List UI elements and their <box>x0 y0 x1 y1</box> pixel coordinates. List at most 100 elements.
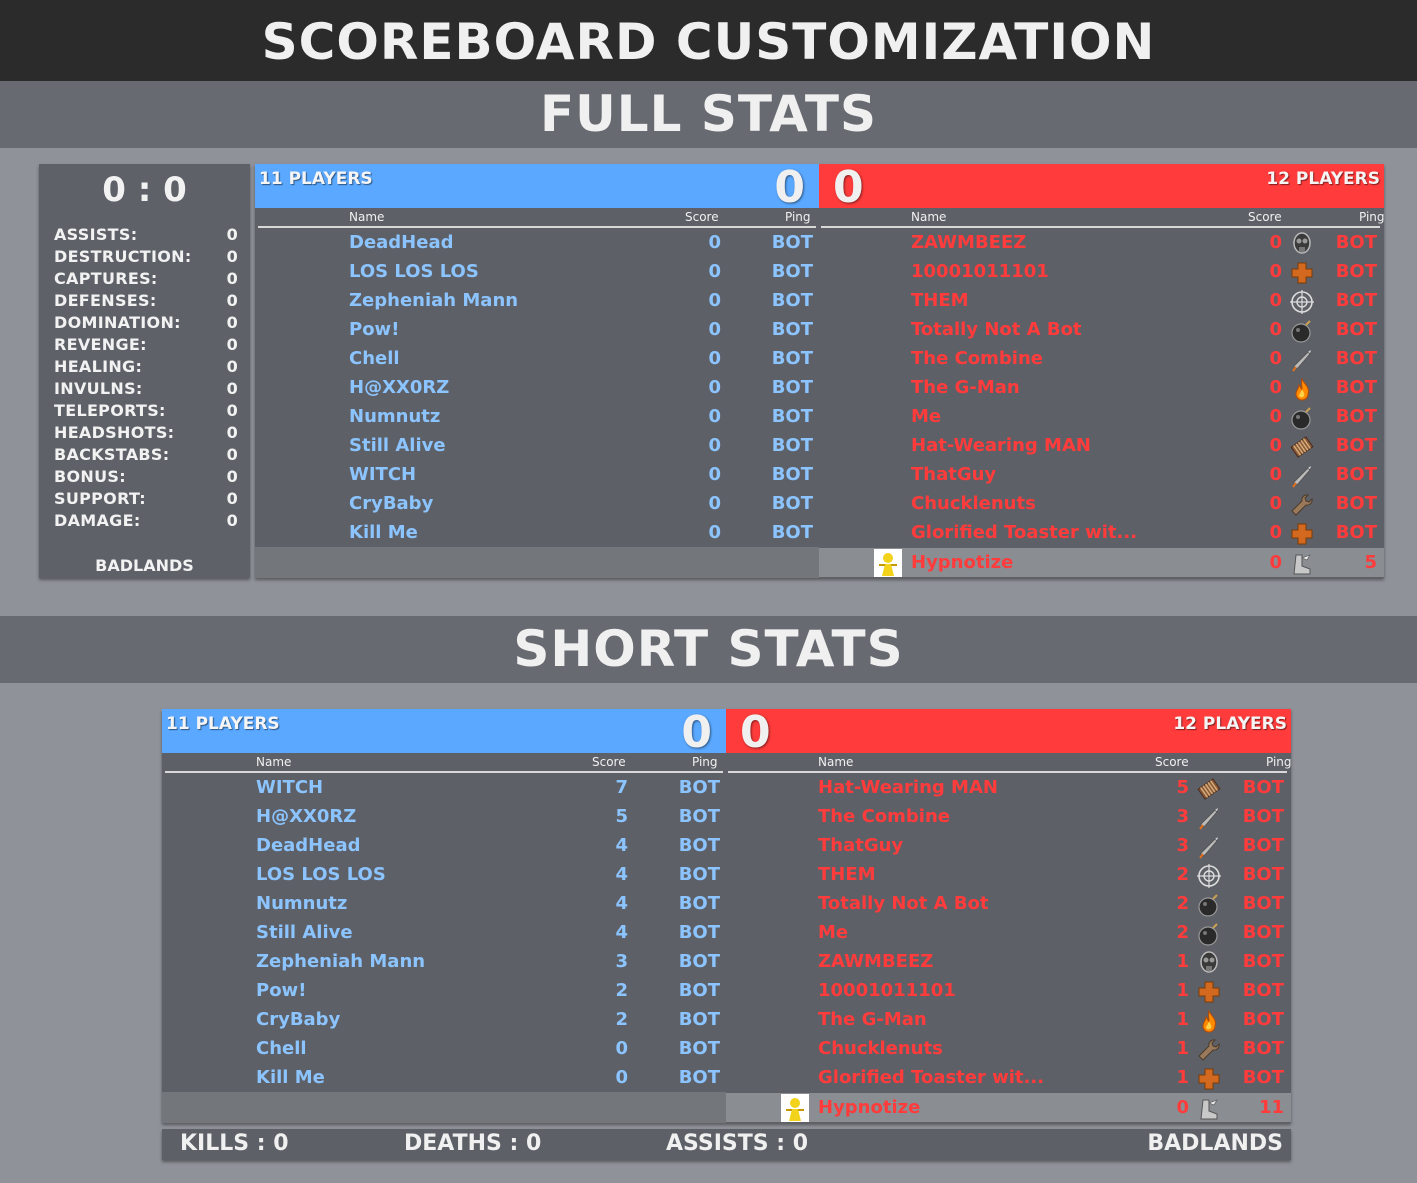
blu-player-row[interactable]: CryBaby 0 BOT <box>255 489 819 518</box>
red-player-row[interactable]: Totally Not A Bot 2 BOT <box>726 889 1291 918</box>
player-ping: BOT <box>1242 835 1284 856</box>
stat-row: DOMINATION: 0 <box>54 313 238 335</box>
stat-label: BACKSTABS: <box>54 445 170 464</box>
player-score: 5 <box>1176 777 1189 798</box>
red-player-row[interactable]: Me 0 BOT <box>819 402 1384 431</box>
player-ping: BOT <box>1335 261 1377 282</box>
player-name: Chell <box>349 348 400 369</box>
blu-player-row[interactable]: DeadHead 4 BOT <box>162 831 726 860</box>
red-player-row[interactable]: Hat-Wearing MAN 5 BOT <box>726 773 1291 802</box>
red-player-row[interactable]: Chucklenuts 0 BOT <box>819 489 1384 518</box>
blu-player-row[interactable]: WITCH 7 BOT <box>162 773 726 802</box>
player-avatar <box>874 549 902 577</box>
stat-value: 0 <box>226 313 238 332</box>
red-player-row[interactable]: Glorified Toaster wit... 1 BOT <box>726 1063 1291 1092</box>
local-player-row[interactable]: Hypnotize 0 11 <box>726 1093 1291 1122</box>
red-player-row[interactable]: The Combine 0 BOT <box>819 344 1384 373</box>
blu-player-row[interactable]: Numnutz 4 BOT <box>162 889 726 918</box>
red-player-row[interactable]: The G-Man 1 BOT <box>726 1005 1291 1034</box>
player-score: 1 <box>1176 1067 1189 1088</box>
player-name: Hat-Wearing MAN <box>911 435 1091 456</box>
short-scoreboard: 11 PLAYERS 0 0 12 PLAYERS Name Score Ping Name S… <box>162 707 1292 1123</box>
blu-player-row[interactable]: Still Alive 0 BOT <box>255 431 819 460</box>
red-col-score: Score <box>1155 755 1189 769</box>
player-name: H@XX0RZ <box>349 377 450 398</box>
player-name: Me <box>818 922 849 943</box>
red-player-row[interactable]: ZAWMBEEZ 0 BOT <box>819 228 1384 257</box>
player-name: The G-Man <box>818 1009 927 1030</box>
player-name: Kill Me <box>349 522 418 543</box>
red-player-row[interactable]: 10001011101 0 BOT <box>819 257 1384 286</box>
player-score: 3 <box>615 951 628 972</box>
player-score: 2 <box>1176 893 1189 914</box>
red-col-name: Name <box>818 755 854 769</box>
red-player-row[interactable]: Hat-Wearing MAN 0 BOT <box>819 431 1384 460</box>
player-name: DeadHead <box>349 232 454 253</box>
red-player-row[interactable]: 10001011101 1 BOT <box>726 976 1291 1005</box>
red-player-count: 12 PLAYERS <box>1173 714 1287 734</box>
gasmask-icon <box>1197 951 1221 975</box>
stat-value: 0 <box>226 291 238 310</box>
blu-player-row[interactable]: LOS LOS LOS 0 BOT <box>255 257 819 286</box>
player-ping: BOT <box>771 232 813 253</box>
blu-player-row[interactable]: Kill Me 0 BOT <box>162 1063 726 1092</box>
blu-player-row[interactable]: H@XX0RZ 5 BOT <box>162 802 726 831</box>
player-ping: BOT <box>1242 777 1284 798</box>
red-player-row[interactable]: Chucklenuts 1 BOT <box>726 1034 1291 1063</box>
player-ping: BOT <box>771 493 813 514</box>
wrench-icon <box>1290 493 1314 517</box>
player-ping: BOT <box>678 1009 720 1030</box>
player-name: Zepheniah Mann <box>256 951 426 972</box>
red-col-ping: Ping <box>1266 755 1292 769</box>
player-name: The Combine <box>911 348 1043 369</box>
blu-player-row[interactable]: Pow! 0 BOT <box>255 315 819 344</box>
blu-player-row[interactable]: Zepheniah Mann 3 BOT <box>162 947 726 976</box>
blu-player-row[interactable]: Zepheniah Mann 0 BOT <box>255 286 819 315</box>
blu-player-row[interactable]: Chell 0 BOT <box>255 344 819 373</box>
red-player-row[interactable]: Glorified Toaster wit... 0 BOT <box>819 518 1384 547</box>
player-name: Pow! <box>349 319 400 340</box>
player-name: DeadHead <box>256 835 361 856</box>
red-player-row[interactable]: ThatGuy 0 BOT <box>819 460 1384 489</box>
local-player-row[interactable]: Hypnotize 0 5 <box>819 548 1384 577</box>
player-name: Chucklenuts <box>818 1038 943 1059</box>
player-score: 0 <box>708 435 721 456</box>
blu-player-row[interactable]: Numnutz 0 BOT <box>255 402 819 431</box>
blu-empty-strip <box>162 1092 726 1123</box>
red-player-row[interactable]: Me 2 BOT <box>726 918 1291 947</box>
red-player-row[interactable]: THEM 0 BOT <box>819 286 1384 315</box>
player-ping: BOT <box>771 406 813 427</box>
red-player-row[interactable]: ZAWMBEEZ 1 BOT <box>726 947 1291 976</box>
player-name: Numnutz <box>256 893 348 914</box>
blu-player-row[interactable]: Pow! 2 BOT <box>162 976 726 1005</box>
player-ping: BOT <box>1335 406 1377 427</box>
blu-team-score: 0 <box>681 707 712 758</box>
blu-player-row[interactable]: DeadHead 0 BOT <box>255 228 819 257</box>
blu-player-row[interactable]: Chell 0 BOT <box>162 1034 726 1063</box>
bomb-icon <box>1197 893 1221 917</box>
stat-row: ASSISTS: 0 <box>54 225 238 247</box>
blu-player-row[interactable]: H@XX0RZ 0 BOT <box>255 373 819 402</box>
blu-player-row[interactable]: WITCH 0 BOT <box>255 460 819 489</box>
red-player-row[interactable]: Totally Not A Bot 0 BOT <box>819 315 1384 344</box>
blu-col-score: Score <box>685 210 719 224</box>
stat-label: TELEPORTS: <box>54 401 166 420</box>
red-player-row[interactable]: The G-Man 0 BOT <box>819 373 1384 402</box>
blu-player-row[interactable]: LOS LOS LOS 4 BOT <box>162 860 726 889</box>
blu-player-row[interactable]: Still Alive 4 BOT <box>162 918 726 947</box>
red-player-count: 12 PLAYERS <box>1266 169 1380 189</box>
player-score: 0 <box>1269 522 1282 543</box>
red-player-row[interactable]: The Combine 3 BOT <box>726 802 1291 831</box>
red-player-row[interactable]: THEM 2 BOT <box>726 860 1291 889</box>
short-stats-title: SHORT STATS <box>0 616 1417 683</box>
player-name: CryBaby <box>256 1009 341 1030</box>
rocket-icon <box>1197 806 1221 830</box>
player-score: 0 <box>1269 464 1282 485</box>
blu-col-ping: Ping <box>785 210 811 224</box>
stat-value: 0 <box>226 247 238 266</box>
bomb-icon <box>1290 319 1314 343</box>
player-ping: BOT <box>771 464 813 485</box>
red-player-row[interactable]: ThatGuy 3 BOT <box>726 831 1291 860</box>
blu-player-row[interactable]: Kill Me 0 BOT <box>255 518 819 547</box>
blu-player-row[interactable]: CryBaby 2 BOT <box>162 1005 726 1034</box>
